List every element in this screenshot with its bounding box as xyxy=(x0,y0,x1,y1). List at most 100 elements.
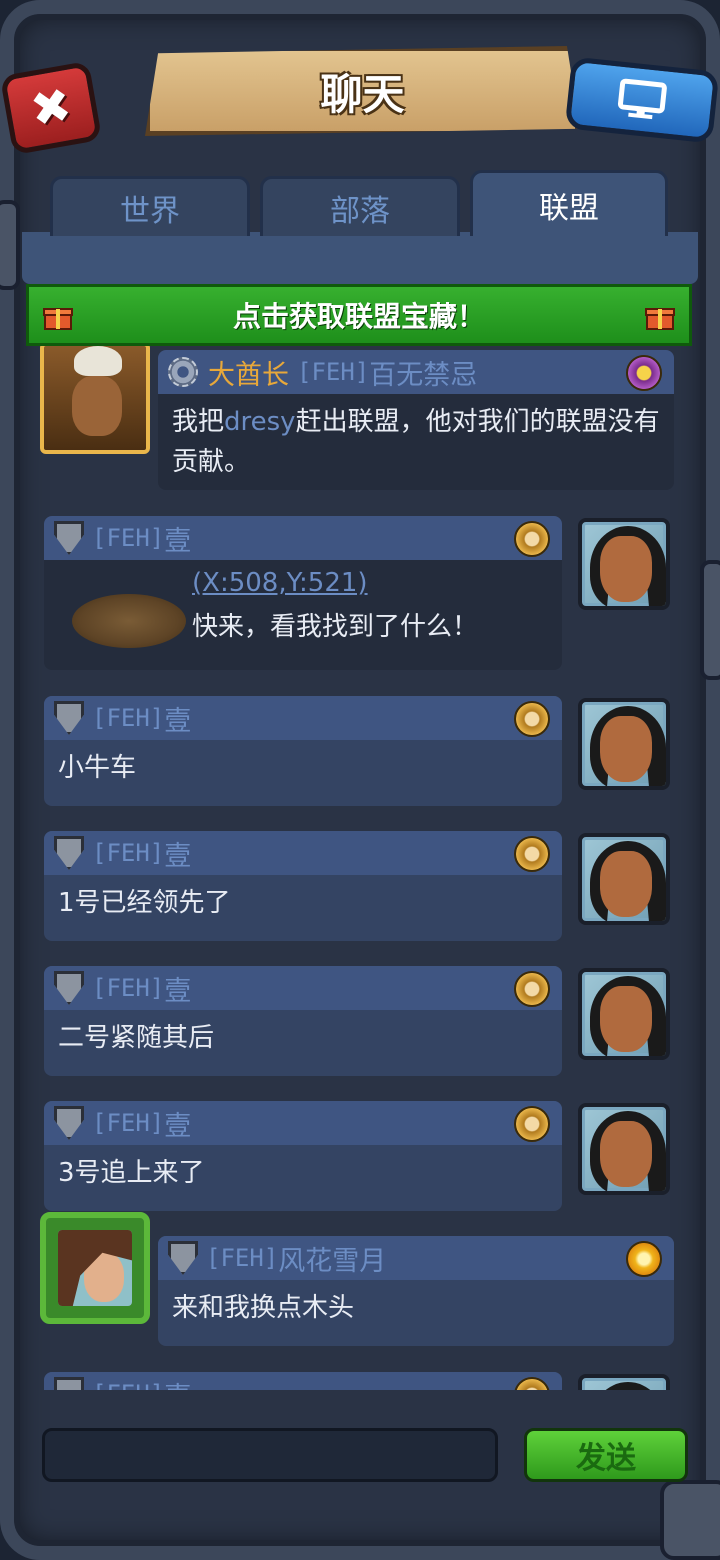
alliance-treasure-banner[interactable]: 点击获取联盟宝藏！ xyxy=(26,284,692,346)
send-button[interactable]: 发送 xyxy=(524,1428,688,1482)
frame-rock xyxy=(0,200,20,290)
message-header: [FEH] 壹 xyxy=(44,1101,562,1145)
shield-icon xyxy=(54,701,84,735)
shield-icon xyxy=(168,1241,198,1275)
message-text: 来和我换点木头 xyxy=(172,1293,355,1323)
message-bubble: [FEH] 壹 小牛车 xyxy=(44,696,562,806)
alliance-tag: [FEH] xyxy=(92,839,165,867)
username[interactable]: 壹 xyxy=(164,519,191,558)
avatar[interactable] xyxy=(578,1103,670,1195)
shield-icon xyxy=(54,521,84,555)
message-header: [FEH] 壹 xyxy=(44,1372,562,1390)
message-header: 大酋长 [FEH] 百无禁忌 xyxy=(158,350,674,394)
rank-badge-icon xyxy=(514,701,550,737)
message-header: [FEH] 壹 xyxy=(44,831,562,875)
avatar[interactable] xyxy=(40,1212,150,1324)
monitor-button[interactable] xyxy=(564,56,720,144)
chat-message: [FEH] 壹 xyxy=(30,1372,690,1390)
username[interactable]: 壹 xyxy=(164,699,191,738)
shared-location: (X:508,Y:521) 快来，看我找到了什么！ xyxy=(192,568,478,643)
chat-message: [FEH] 壹 1号已经领先了 xyxy=(30,831,690,943)
rank-badge-icon xyxy=(514,521,550,557)
tab-tribe[interactable]: 部落 xyxy=(260,176,460,236)
username[interactable]: 壹 xyxy=(164,969,191,1008)
username[interactable]: 壹 xyxy=(164,1375,191,1391)
message-bubble: [FEH] 壹 1号已经领先了 xyxy=(44,831,562,941)
avatar-face xyxy=(600,851,652,917)
message-text: 二号紧随其后 xyxy=(58,1023,215,1053)
chat-message: 大酋长 [FEH] 百无禁忌 我把dresy赶出联盟，他对我们的联盟没有贡献。 xyxy=(30,346,690,496)
username[interactable]: 壹 xyxy=(164,1104,191,1143)
alliance-tag: [FEH] xyxy=(92,1109,165,1137)
message-bubble: [FEH] 壹 3号追上来了 xyxy=(44,1101,562,1211)
tab-label: 世界 xyxy=(120,193,180,229)
treasure-banner-text: 点击获取联盟宝藏！ xyxy=(232,300,485,333)
rank-badge-icon xyxy=(514,1106,550,1142)
message-bubble: 大酋长 [FEH] 百无禁忌 我把dresy赶出联盟，他对我们的联盟没有贡献。 xyxy=(158,350,674,490)
frame-rock xyxy=(700,560,720,680)
avatar[interactable] xyxy=(578,518,670,610)
avatar-hair xyxy=(590,1382,666,1390)
page-title: 聊天 xyxy=(320,69,405,119)
dirt-patch-image xyxy=(72,594,186,648)
gift-icon xyxy=(645,308,675,330)
avatar-face xyxy=(600,536,652,602)
message-header: [FEH] 壹 xyxy=(44,696,562,740)
player-link[interactable]: dresy xyxy=(224,407,296,437)
alliance-tag: [FEH] xyxy=(297,358,370,386)
username[interactable]: 风花雪月 xyxy=(278,1239,386,1278)
alliance-tag: [FEH] xyxy=(92,704,165,732)
coordinate-link[interactable]: (X:508,Y:521) xyxy=(192,568,478,598)
tab-world[interactable]: 世界 xyxy=(50,176,250,236)
chat-message-list[interactable]: 大酋长 [FEH] 百无禁忌 我把dresy赶出联盟，他对我们的联盟没有贡献。 … xyxy=(30,346,690,1390)
avatar[interactable] xyxy=(578,833,670,925)
trophy-rank-icon xyxy=(626,355,662,391)
tab-alliance[interactable]: 联盟 xyxy=(470,170,668,236)
avatar[interactable] xyxy=(578,968,670,1060)
message-header: [FEH] 壹 xyxy=(44,516,562,560)
chat-message: [FEH] 风花雪月 来和我换点木头 xyxy=(30,1212,690,1348)
alliance-tag: [FEH] xyxy=(92,974,165,1002)
chat-message: [FEH] 壹 二号紧随其后 xyxy=(30,966,690,1078)
message-bubble[interactable]: [FEH] 壹 (X:508,Y:521) 快来，看我找到了什么！ xyxy=(44,516,562,670)
message-header: [FEH] 壹 xyxy=(44,966,562,1010)
avatar[interactable] xyxy=(578,698,670,790)
skull-decoration xyxy=(74,346,122,376)
alliance-tag: [FEH] xyxy=(206,1244,279,1272)
member-role: 大酋长 xyxy=(208,359,289,391)
avatar[interactable] xyxy=(40,346,150,454)
close-icon: ✖ xyxy=(26,76,76,140)
gold-rank-badge-icon xyxy=(626,1241,662,1277)
send-button-label: 发送 xyxy=(576,1441,636,1476)
shield-icon xyxy=(54,971,84,1005)
rank-badge-icon xyxy=(514,836,550,872)
message-header: [FEH] 风花雪月 xyxy=(158,1236,674,1280)
tab-bar xyxy=(22,232,698,284)
tab-label: 部落 xyxy=(330,193,390,229)
chat-message: [FEH] 壹 小牛车 xyxy=(30,696,690,808)
chat-input[interactable] xyxy=(42,1428,498,1482)
avatar-portrait xyxy=(58,1230,132,1306)
chat-message: [FEH] 壹 (X:508,Y:521) 快来，看我找到了什么！ xyxy=(30,516,690,672)
avatar-face xyxy=(72,376,122,436)
avatar[interactable] xyxy=(578,1374,670,1390)
message-text: 1号已经领先了 xyxy=(58,888,231,918)
message-text: 我把dresy赶出联盟，他对我们的联盟没有贡献。 xyxy=(158,394,674,490)
alliance-tag: [FEH] xyxy=(92,524,165,552)
avatar-face xyxy=(600,716,652,782)
gear-icon xyxy=(168,357,198,387)
text-part: 我把 xyxy=(172,407,225,437)
close-button[interactable]: ✖ xyxy=(0,60,103,156)
rank-badge-icon xyxy=(514,1377,550,1390)
username[interactable]: 壹 xyxy=(164,834,191,873)
username[interactable]: 百无禁忌 xyxy=(369,353,477,392)
rank-badge-icon xyxy=(514,971,550,1007)
shield-icon xyxy=(54,1106,84,1140)
chat-message: [FEH] 壹 3号追上来了 xyxy=(30,1101,690,1213)
frame-rock xyxy=(660,1480,720,1560)
monitor-icon xyxy=(617,78,667,120)
tab-label: 联盟 xyxy=(539,190,599,226)
gift-icon xyxy=(43,308,73,330)
shield-icon xyxy=(54,836,84,870)
message-text: 快来，看我找到了什么！ xyxy=(192,612,479,642)
